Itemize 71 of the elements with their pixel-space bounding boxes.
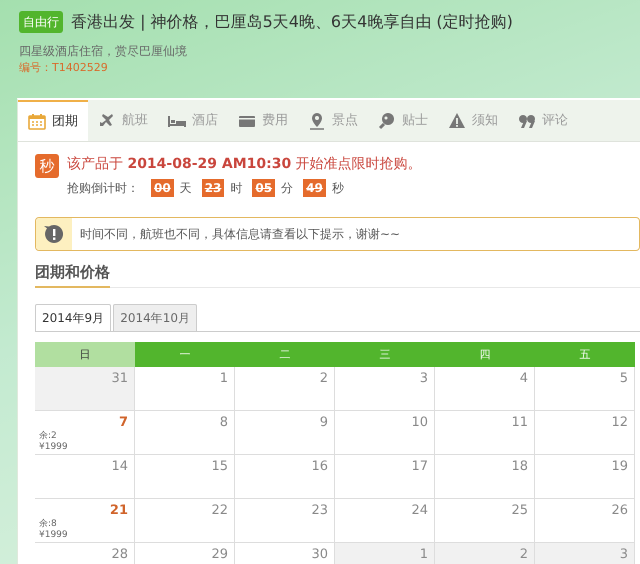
flash-sale-badge: 秒: [35, 154, 59, 178]
day-number: 12: [611, 414, 628, 430]
day-number: 8: [220, 414, 228, 430]
weekday-header: 二: [235, 342, 335, 366]
notice-text: 时间不同，航班也不同，具体信息请查看以下提示，谢谢~~: [79, 226, 400, 243]
month-tab[interactable]: 2014年9月: [35, 304, 112, 330]
tab[interactable]: 评论: [508, 100, 578, 141]
countdown-value: 00: [151, 179, 174, 197]
seats-remaining: 余:2: [39, 430, 58, 442]
countdown-unit: 天: [180, 180, 192, 197]
weekday-header: 五: [535, 342, 635, 366]
weekday-header: 日: [35, 342, 135, 366]
warning-icon: [448, 112, 466, 130]
tab[interactable]: 酒店: [158, 100, 228, 141]
countdown-value: 49: [303, 179, 326, 197]
day-number: 16: [311, 458, 328, 474]
day-number: 26: [611, 502, 628, 518]
tab[interactable]: 贴士: [368, 100, 438, 141]
day-number: 14: [111, 458, 128, 474]
day-number: 19: [611, 458, 628, 474]
day-number: 10: [411, 414, 428, 430]
tab[interactable]: 团期: [18, 100, 88, 141]
weekday-header: 三: [335, 342, 435, 366]
day-number: 24: [411, 502, 428, 518]
product-subtitle: 四星级酒店住宿，赏尽巴厘仙境: [19, 43, 188, 60]
day-number: 9: [320, 414, 328, 430]
countdown-value: 05: [252, 179, 276, 197]
day-number: 22: [211, 502, 228, 518]
sale-message: 该产品于 2014-08-29 AM10:30 开始准点限时抢购。: [67, 155, 422, 174]
countdown-unit: 秒: [332, 180, 344, 197]
countdown-unit: 分: [281, 180, 294, 197]
section-title: 团期和价格: [35, 261, 110, 288]
day-number: 17: [411, 458, 428, 474]
calendar-icon: [28, 112, 46, 130]
alert-icon: [44, 224, 64, 244]
seats-remaining: 余:8: [39, 518, 58, 530]
countdown-unit: 时: [230, 180, 242, 197]
day-number: 25: [511, 502, 528, 518]
tab[interactable]: 航班: [88, 100, 158, 141]
weekday-header: 四: [435, 342, 535, 366]
day-number: 31: [111, 370, 128, 386]
weekday-header: 一: [135, 342, 235, 366]
tab[interactable]: 景点: [298, 100, 368, 141]
countdown-value: 23: [202, 179, 224, 197]
day-number: 30: [311, 546, 328, 562]
day-price: ¥1999: [39, 442, 69, 452]
tab[interactable]: 须知: [438, 100, 508, 141]
day-number: 18: [511, 458, 528, 474]
day-number: 1: [420, 546, 428, 562]
day-number: 3: [420, 370, 428, 386]
day-number: 7: [118, 414, 128, 430]
tab[interactable]: 费用: [228, 100, 298, 141]
day-number: 4: [520, 370, 528, 386]
day-number: 5: [620, 370, 628, 386]
product-code: 编号：T1402529: [19, 60, 109, 76]
day-number: 28: [111, 546, 128, 562]
day-number: 2: [320, 370, 328, 386]
day-number: 21: [110, 502, 128, 518]
countdown-label: 抢购倒计时：: [67, 180, 139, 197]
day-price: ¥1999: [39, 530, 69, 540]
day-number: 2: [520, 546, 528, 562]
day-number: 11: [511, 414, 528, 430]
day-number: 1: [220, 370, 228, 386]
day-number: 15: [211, 458, 228, 474]
day-number: 3: [620, 546, 628, 562]
category-badge: 自由行: [19, 11, 63, 33]
day-number: 29: [211, 546, 228, 562]
product-title: 香港出发 | 神价格，巴厘岛5天4晚、6天4晚享自由 (定时抢购): [71, 11, 513, 33]
month-tab[interactable]: 2014年10月: [113, 304, 197, 330]
map-pin-icon: [308, 112, 326, 130]
day-number: 23: [311, 502, 328, 518]
